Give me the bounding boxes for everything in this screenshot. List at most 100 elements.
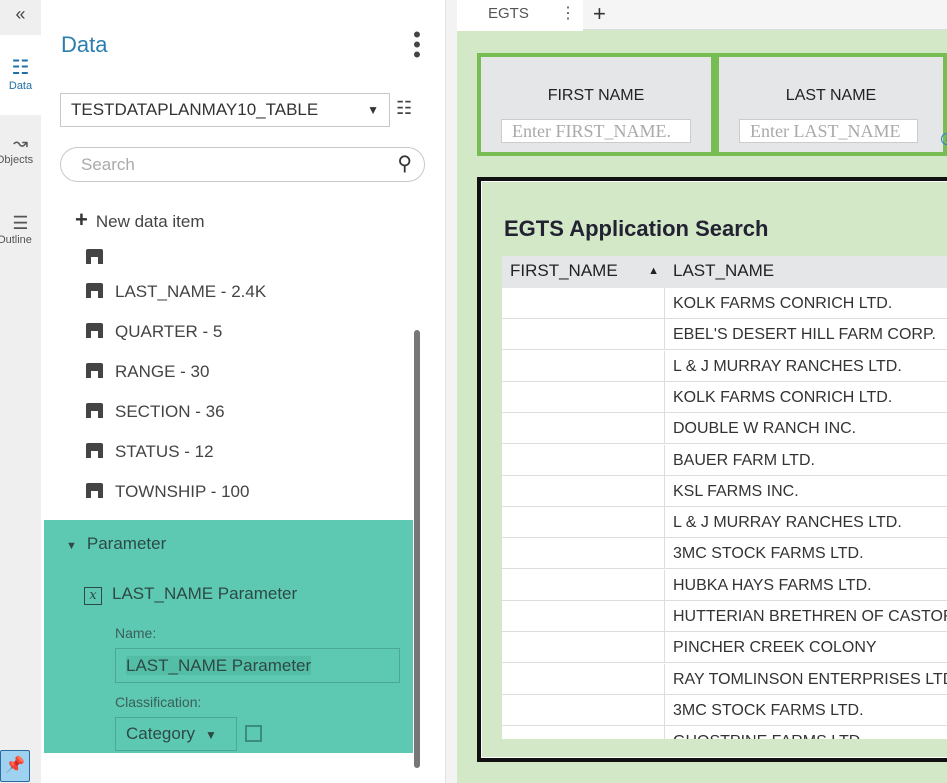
chart-icon: ↝ — [12, 133, 29, 153]
cell-first-name — [502, 444, 665, 476]
table-row[interactable]: DOUBLE W RANCH INC. — [502, 413, 947, 445]
panel-title: Data — [61, 32, 108, 57]
table-row[interactable]: KSL FARMS INC. — [502, 475, 947, 507]
parameter-section: ▼ Parameter x LAST_NAME Parameter Name: LA… — [44, 520, 413, 753]
table-title: EGTS Application Search — [504, 216, 769, 241]
cell-last-name: GHOSTPINE FARMS LTD. — [673, 726, 865, 739]
item-label: RANGE - 30 — [115, 362, 210, 381]
tab-menu-icon[interactable]: ⋮ — [560, 0, 576, 28]
table-row[interactable]: HUBKA HAYS FARMS LTD. — [502, 569, 947, 601]
table-row[interactable]: EBEL'S DESERT HILL FARM CORP. — [502, 319, 947, 351]
rail-data[interactable]: ☷ Data — [0, 35, 41, 115]
category-icon — [86, 283, 103, 298]
table-select[interactable]: TESTDATAPLANMAY10_TABLE ▼ — [60, 93, 390, 127]
panel-divider[interactable] — [445, 0, 457, 783]
database-icon: ☷ — [11, 57, 30, 79]
search-placeholder: Search — [81, 155, 135, 174]
column-header-label: LAST_NAME — [673, 261, 775, 280]
left-rail: « ☷ Data ↝ Objects ☰ Outline 📌 — [0, 0, 41, 783]
cell-last-name: EBEL'S DESERT HILL FARM CORP. — [673, 326, 936, 344]
cell-first-name — [502, 381, 665, 413]
cell-first-name — [502, 601, 665, 632]
table-row[interactable]: BAUER FARM LTD. — [502, 444, 947, 476]
data-panel: Data • • • TESTDATAPLANMAY10_TABLE ▼ ☷ Sear… — [41, 0, 445, 783]
cell-last-name: KSL FARMS INC. — [673, 482, 799, 500]
add-tab-button[interactable]: + — [593, 1, 606, 27]
data-source-icon[interactable]: ☷ — [396, 98, 416, 120]
parameter-item[interactable]: x LAST_NAME Parameter — [84, 584, 297, 605]
tab-egts[interactable]: EGTS ⋮ — [457, 0, 583, 31]
column-header-last-name[interactable]: LAST_NAME — [665, 256, 947, 288]
category-icon — [86, 323, 103, 338]
search-input[interactable]: Search ⚲ — [60, 147, 425, 182]
cell-first-name — [502, 726, 665, 739]
table-row[interactable]: L & J MURRAY RANCHES LTD. — [502, 507, 947, 539]
first-name-input[interactable]: Enter FIRST_NAME. — [501, 119, 691, 143]
last-name-input[interactable]: Enter LAST_NAME — [739, 119, 918, 143]
search-icon[interactable]: ⚲ — [397, 148, 412, 181]
category-icon — [86, 249, 103, 264]
table-row[interactable]: HUTTERIAN BRETHREN OF CASTOR — [502, 601, 947, 632]
column-header-first-name[interactable]: FIRST_NAME ▲ — [502, 256, 665, 288]
list-item[interactable]: STATUS - 12 — [86, 442, 214, 462]
table-row[interactable]: 3MC STOCK FARMS LTD. — [502, 694, 947, 726]
name-label: Name: — [115, 625, 157, 641]
pin-icon[interactable]: 📌 — [0, 750, 30, 782]
cell-first-name — [502, 413, 665, 445]
list-item[interactable]: SECTION - 36 — [86, 402, 225, 422]
parameter-header[interactable]: ▼ Parameter — [66, 534, 166, 554]
plus-icon: + — [75, 207, 88, 232]
scrollbar[interactable] — [414, 330, 420, 768]
table-row[interactable]: L & J MURRAY RANCHES LTD. — [502, 350, 947, 382]
table-select-value: TESTDATAPLANMAY10_TABLE — [71, 100, 319, 119]
list-item[interactable]: LAST_NAME - 2.4K — [86, 282, 266, 302]
classification-select[interactable]: Category ▼ — [115, 717, 237, 751]
rail-objects-label: Objects — [0, 154, 34, 166]
item-label: LAST_NAME - 2.4K — [115, 282, 267, 301]
cell-last-name: HUTTERIAN BRETHREN OF CASTOR — [673, 608, 947, 625]
cell-last-name: L & J MURRAY RANCHES LTD. — [673, 357, 902, 375]
rail-objects[interactable]: ↝ Objects — [0, 133, 41, 178]
name-input[interactable]: LAST_NAME Parameter — [115, 648, 400, 683]
cell-last-name: RAY TOMLINSON ENTERPRISES LTD. — [673, 670, 947, 688]
item-label: TOWNSHIP - 100 — [115, 482, 250, 501]
list-item[interactable]: RANGE - 30 — [86, 362, 209, 382]
table-row[interactable]: GHOSTPINE FARMS LTD. — [502, 726, 947, 739]
table-row[interactable]: KOLK FARMS CONRICH LTD. — [502, 288, 947, 319]
cell-first-name — [502, 319, 665, 351]
list-item[interactable] — [86, 248, 115, 268]
table-row[interactable]: KOLK FARMS CONRICH LTD. — [502, 381, 947, 413]
item-label: QUARTER - 5 — [115, 322, 223, 341]
cell-first-name — [502, 569, 665, 601]
cell-last-name: 3MC STOCK FARMS LTD. — [673, 701, 864, 719]
rail-outline-label: Outline — [0, 234, 32, 246]
data-item-list: LAST_NAME - 2.4K QUARTER - 5 RANGE - 30 … — [41, 240, 413, 520]
classification-value: Category — [126, 724, 195, 743]
cell-last-name: KOLK FARMS CONRICH LTD. — [673, 388, 893, 406]
table-row[interactable]: RAY TOMLINSON ENTERPRISES LTD. — [502, 663, 947, 695]
collapse-icon[interactable]: « — [0, 4, 41, 25]
first-name-control: FIRST NAME Enter FIRST_NAME. — [477, 53, 715, 156]
chevron-down-icon: ▼ — [367, 103, 379, 117]
parameter-name: LAST_NAME Parameter — [112, 584, 298, 603]
last-name-control: LAST NAME Enter LAST_NAME i — [715, 53, 947, 156]
first-name-title: FIRST NAME — [547, 87, 645, 104]
more-options-icon[interactable]: • • • — [411, 24, 423, 66]
edit-icon[interactable] — [245, 725, 262, 742]
info-icon[interactable]: i — [941, 133, 947, 145]
table-row[interactable]: PINCHER CREEK COLONY — [502, 632, 947, 664]
variable-icon: x — [84, 587, 102, 605]
rail-outline[interactable]: ☰ Outline — [0, 213, 41, 258]
cell-last-name: KOLK FARMS CONRICH LTD. — [673, 295, 893, 312]
cell-first-name — [502, 507, 665, 539]
list-item[interactable]: QUARTER - 5 — [86, 322, 222, 342]
chevron-down-icon: ▼ — [204, 728, 217, 742]
cell-last-name: 3MC STOCK FARMS LTD. — [673, 545, 864, 563]
category-icon — [86, 443, 103, 458]
new-data-item-button[interactable]: + New data item — [75, 207, 205, 233]
list-item[interactable]: TOWNSHIP - 100 — [86, 482, 249, 502]
table-row[interactable]: 3MC STOCK FARMS LTD. — [502, 538, 947, 570]
cell-first-name — [502, 663, 665, 695]
item-label: STATUS - 12 — [115, 442, 214, 461]
rail-data-label: Data — [8, 80, 33, 92]
